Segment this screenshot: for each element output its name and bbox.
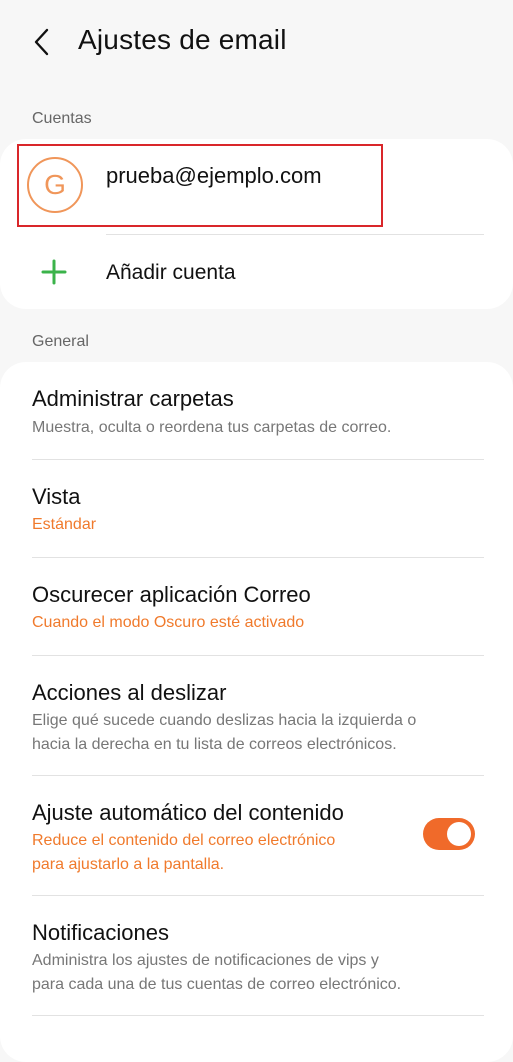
- setting-subtitle: para ajustarlo a la pantalla.: [32, 856, 225, 873]
- setting-subtitle: Elige qué sucede cuando deslizas hacia l…: [32, 712, 417, 729]
- add-account-button[interactable]: [0, 236, 513, 308]
- header: Ajustes de email: [0, 0, 513, 90]
- setting-dark-mode[interactable]: Oscurecer aplicación Correo Cuando el mo…: [0, 558, 513, 654]
- chevron-left-icon: [34, 28, 49, 56]
- divider: [106, 234, 484, 235]
- setting-subtitle: Muestra, oculta o reordena tus carpetas …: [32, 419, 392, 436]
- setting-subtitle: para cada una de tus cuentas de correo e…: [32, 976, 402, 993]
- auto-fit-toggle[interactable]: [423, 818, 475, 850]
- setting-notifications[interactable]: Notificaciones Administra los ajustes de…: [0, 896, 513, 1014]
- highlight-box: [17, 144, 383, 227]
- setting-subtitle: Administra los ajustes de notificaciones…: [32, 952, 379, 969]
- setting-title: Vista: [32, 484, 81, 509]
- section-label-general: General: [32, 333, 89, 350]
- section-label-accounts: Cuentas: [32, 110, 92, 127]
- plus-icon: [41, 259, 67, 285]
- divider: [32, 1015, 484, 1016]
- setting-subtitle: Reduce el contenido del correo electróni…: [32, 832, 336, 849]
- setting-title: Administrar carpetas: [32, 386, 234, 411]
- setting-title: Notificaciones: [32, 920, 169, 945]
- setting-value: Estándar: [32, 516, 97, 533]
- setting-title: Acciones al deslizar: [32, 680, 227, 705]
- add-account-label: Añadir cuenta: [106, 261, 236, 284]
- page-title: Ajustes de email: [78, 24, 287, 55]
- toggle-knob: [447, 822, 471, 846]
- setting-title: Oscurecer aplicación Correo: [32, 582, 311, 607]
- setting-view[interactable]: Vista Estándar: [0, 460, 513, 556]
- back-button[interactable]: [22, 22, 62, 62]
- setting-swipe-actions[interactable]: Acciones al deslizar Elige qué sucede cu…: [0, 656, 513, 774]
- setting-manage-folders[interactable]: Administrar carpetas Muestra, oculta o r…: [0, 366, 513, 458]
- setting-value: Cuando el modo Oscuro esté activado: [32, 614, 305, 631]
- setting-subtitle: hacia la derecha en tu lista de correos …: [32, 736, 397, 753]
- setting-title: Ajuste automático del contenido: [32, 800, 344, 825]
